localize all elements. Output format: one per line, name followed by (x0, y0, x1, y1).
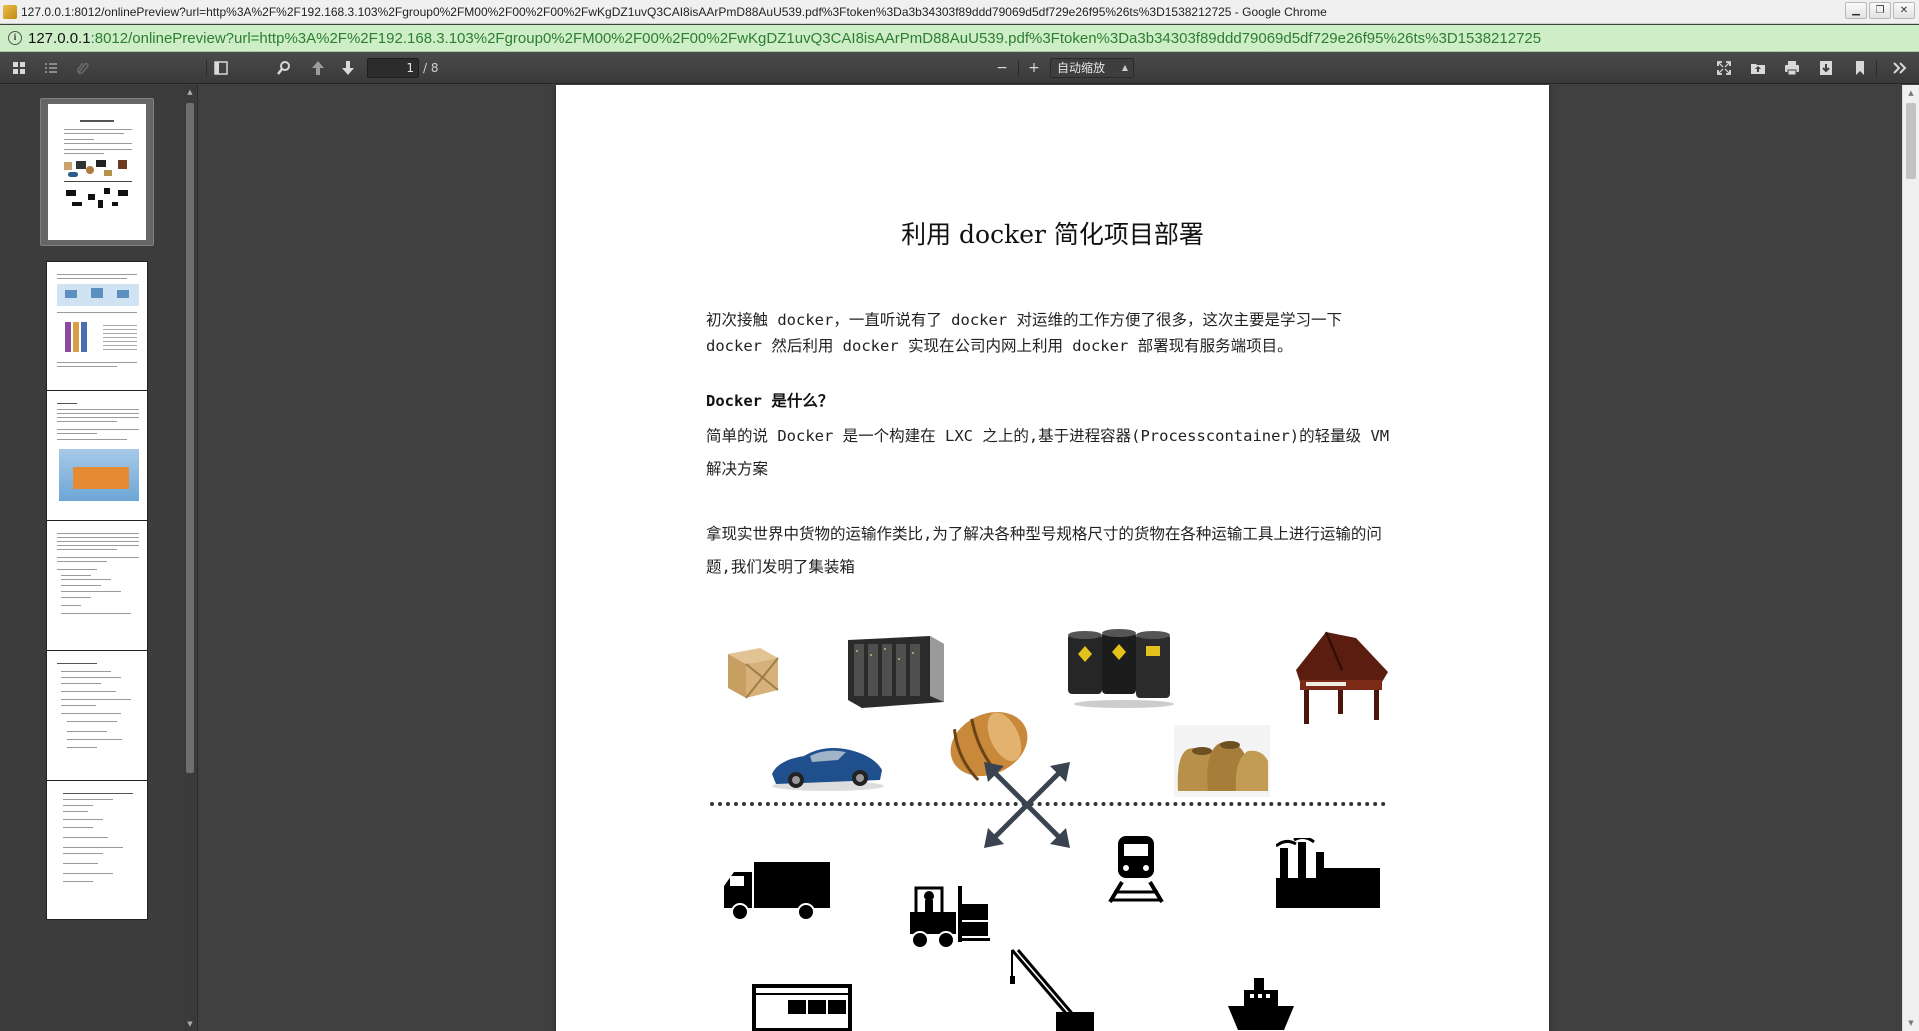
restore-button[interactable]: ❐ (1869, 2, 1891, 19)
truck-icon (724, 862, 830, 921)
search-icon[interactable] (270, 56, 298, 80)
pdf-page-1: 利用 docker 简化项目部署 初次接触 docker，一直听说有了 dock… (556, 85, 1549, 1031)
url-path: :8012/onlinePreview?url=http%3A%2F%2F192… (90, 29, 1542, 47)
server-rack-icon (848, 636, 944, 708)
scroll-up-icon[interactable]: ▲ (185, 87, 195, 97)
thumbnail-view-icon[interactable] (5, 56, 33, 80)
outline-view-icon[interactable] (37, 56, 65, 80)
page-thumbnail-3[interactable] (46, 390, 148, 530)
wooden-crate-icon (728, 648, 779, 699)
close-button[interactable]: ✕ (1893, 2, 1915, 19)
pdf-toolbar: 1 / 8 − + 自动缩放 ▲ (0, 52, 1919, 84)
toolbar-separator (1018, 60, 1019, 76)
scroll-down-icon[interactable]: ▼ (1906, 1018, 1916, 1028)
zoom-select-arrow-icon: ▲ (1121, 63, 1128, 72)
section-heading: Docker 是什么？ (706, 392, 834, 410)
app-icon (3, 4, 17, 19)
sidebar-scroll-thumb[interactable] (186, 103, 194, 773)
cross-arrows-icon (984, 762, 1070, 848)
main-scrollbar[interactable]: ▲ ▼ (1902, 85, 1919, 1031)
forklift-icon (910, 886, 990, 949)
url-host: 127.0.0.1 (28, 29, 91, 47)
page-thumbnail-2[interactable] (46, 261, 148, 401)
window-controls: ▁ ❐ ✕ (1845, 2, 1915, 19)
train-icon (1108, 836, 1164, 904)
pdf-viewer[interactable]: 利用 docker 简化项目部署 初次接触 docker，一直听说有了 dock… (199, 85, 1919, 1031)
sidebar-scrollbar[interactable]: ▲ ▼ (184, 85, 196, 1031)
page-thumbnail-6[interactable] (46, 780, 148, 920)
sidebar-toggle-icon[interactable] (207, 56, 235, 80)
page-thumbnail-4[interactable] (46, 520, 148, 660)
scroll-up-icon[interactable]: ▲ (1906, 88, 1916, 98)
grand-piano-icon (1296, 631, 1388, 724)
previous-page-icon[interactable] (304, 56, 332, 80)
scroll-down-icon[interactable]: ▼ (185, 1019, 195, 1029)
bookmark-icon[interactable] (1846, 56, 1874, 80)
url-text[interactable]: 127.0.0.1:8012/onlinePreview?url=http%3A… (28, 30, 1541, 47)
crane-icon (1010, 949, 1094, 1031)
factory-icon (1276, 838, 1380, 908)
main-scroll-thumb[interactable] (1906, 103, 1916, 179)
presentation-mode-icon[interactable] (1710, 56, 1738, 80)
page-thumbnail-5[interactable] (46, 650, 148, 790)
definition-paragraph: 简单的说 Docker 是一个构建在 LXC 之上的,基于进程容器(Proces… (706, 427, 1390, 478)
page-count: / 8 (423, 61, 439, 75)
page-number-input[interactable]: 1 (367, 58, 419, 78)
sports-car-icon (772, 748, 884, 791)
intro-paragraph: 初次接触 docker，一直听说有了 docker 对运维的工作方便了很多，这次… (706, 311, 1342, 355)
thumbnail-sidebar[interactable]: ▲ ▼ (0, 85, 198, 1031)
zoom-select[interactable]: 自动缩放 ▲ (1050, 58, 1134, 78)
open-file-icon[interactable] (1744, 56, 1772, 80)
info-icon[interactable]: i (8, 31, 22, 45)
address-bar[interactable]: i 127.0.0.1:8012/onlinePreview?url=http%… (0, 25, 1919, 52)
toolbar-separator (1876, 60, 1877, 76)
window-title: 127.0.0.1:8012/onlinePreview?url=http%3A… (21, 4, 1327, 19)
attachments-view-icon[interactable] (68, 56, 96, 80)
ship-icon (1228, 978, 1294, 1030)
zoom-select-value: 自动缩放 (1057, 61, 1106, 75)
page-thumbnail-1[interactable] (40, 98, 154, 246)
shipping-container-icon (752, 984, 852, 1031)
download-icon[interactable] (1812, 56, 1840, 80)
zoom-in-button[interactable]: + (1020, 56, 1048, 80)
analogy-paragraph: 拿现实世界中货物的运输作类比,为了解决各种型号规格尺寸的货物在各种运输工具上进行… (706, 525, 1382, 576)
tools-menu-icon[interactable] (1886, 56, 1914, 80)
print-icon[interactable] (1778, 56, 1806, 80)
next-page-icon[interactable] (334, 56, 362, 80)
minimize-button[interactable]: ▁ (1845, 2, 1867, 19)
sacks-icon (1174, 725, 1270, 797)
thumbnail-page (48, 104, 146, 240)
oil-drums-icon (1068, 629, 1174, 708)
shipping-illustration (706, 620, 1396, 1031)
zoom-out-button[interactable]: − (988, 56, 1016, 80)
window-titlebar: 127.0.0.1:8012/onlinePreview?url=http%3A… (0, 0, 1919, 24)
document-title: 利用 docker 简化项目部署 (901, 220, 1204, 249)
